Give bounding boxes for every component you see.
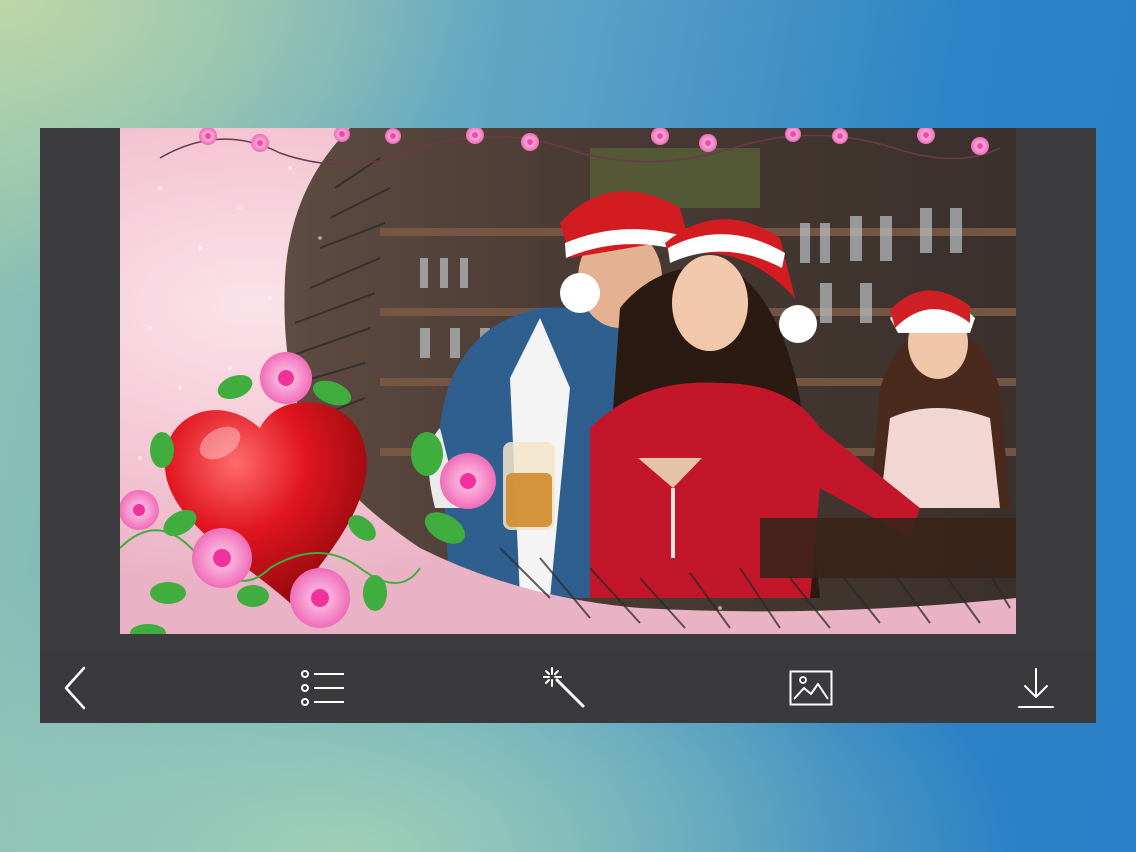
gallery-button[interactable] [776, 653, 846, 723]
download-button[interactable] [1001, 653, 1071, 723]
list-icon [300, 669, 346, 707]
effects-button[interactable] [531, 653, 601, 723]
app-screen [40, 128, 1096, 723]
bottom-toolbar [40, 653, 1096, 723]
back-button[interactable] [42, 653, 112, 723]
frames-list-button[interactable] [288, 653, 358, 723]
image-icon [789, 670, 833, 706]
download-icon [1017, 666, 1055, 710]
photo-canvas[interactable] [120, 128, 1016, 634]
magic-wand-icon [543, 666, 589, 710]
back-chevron-icon [62, 665, 92, 711]
bar-counter [760, 518, 1016, 578]
framed-photo [120, 128, 1016, 634]
